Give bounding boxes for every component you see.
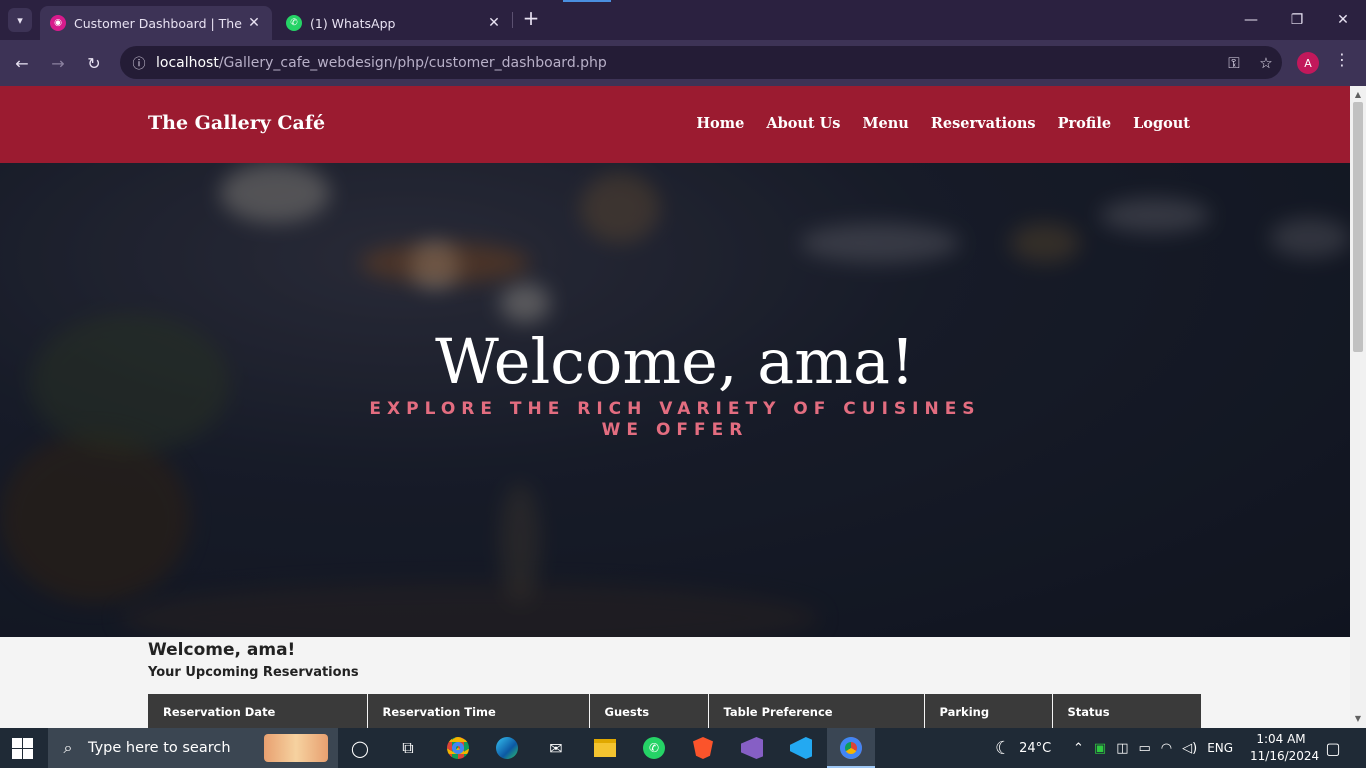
browser-toolbar: ← → ↻ ⓘ localhost/Gallery_cafe_webdesign… bbox=[0, 40, 1366, 86]
search-placeholder: Type here to search bbox=[88, 740, 231, 756]
battery-icon[interactable]: ▭ bbox=[1139, 741, 1151, 756]
tab-whatsapp[interactable]: ✆ (1) WhatsApp ✕ bbox=[276, 6, 512, 40]
site-nav: Home About Us Menu Reservations Profile … bbox=[696, 115, 1190, 132]
url-text[interactable]: localhost/Gallery_cafe_webdesign/php/cus… bbox=[156, 55, 1218, 71]
chrome-profile-taskbar-icon[interactable] bbox=[837, 734, 865, 762]
nvidia-tray-icon[interactable]: ▣ bbox=[1094, 741, 1106, 756]
windows-taskbar: ⌕ Type here to search ◯ ⧉ ✉ ✆ ☾ 24°C ⌃ ▣… bbox=[0, 728, 1366, 768]
new-tab-button[interactable]: + bbox=[520, 8, 542, 30]
reservations-table: Reservation Date Reservation Time Guests… bbox=[148, 694, 1201, 728]
col-table-preference: Table Preference bbox=[708, 694, 925, 728]
task-view-icon[interactable]: ⧉ bbox=[394, 734, 422, 762]
url-path: /Gallery_cafe_webdesign/php/customer_das… bbox=[218, 54, 607, 71]
windows-start-icon[interactable] bbox=[12, 738, 34, 760]
edge-taskbar-icon[interactable] bbox=[493, 734, 521, 762]
volume-icon[interactable]: ◁) bbox=[1182, 741, 1197, 756]
site-header: The Gallery Café Home About Us Menu Rese… bbox=[0, 86, 1350, 163]
dashboard-welcome: Welcome, ama! bbox=[148, 640, 296, 660]
wifi-icon[interactable]: ◠ bbox=[1161, 741, 1172, 756]
url-host: localhost bbox=[156, 54, 219, 71]
nav-menu[interactable]: Menu bbox=[862, 115, 908, 132]
vscode-taskbar-icon[interactable] bbox=[787, 734, 815, 762]
web-page: The Gallery Café Home About Us Menu Rese… bbox=[0, 86, 1350, 728]
hero-subtitle: Explore the rich variety of cuisines we … bbox=[369, 399, 981, 440]
brave-taskbar-icon[interactable] bbox=[689, 734, 717, 762]
gallery-favicon-icon: ◉ bbox=[50, 15, 66, 31]
mail-taskbar-icon[interactable]: ✉ bbox=[542, 734, 570, 762]
weather-moon-icon: ☾ bbox=[995, 737, 1012, 759]
clock-time: 1:04 AM bbox=[1256, 732, 1306, 746]
taskbar-clock[interactable]: 1:04 AM 11/16/2024 bbox=[1250, 731, 1320, 765]
page-scrollbar[interactable]: ▲ ▼ bbox=[1350, 86, 1366, 728]
close-window-button[interactable]: ✕ bbox=[1320, 0, 1366, 40]
weather-temp: 24°C bbox=[1019, 740, 1052, 756]
site-brand[interactable]: The Gallery Café bbox=[148, 112, 325, 134]
whatsapp-taskbar-icon[interactable]: ✆ bbox=[640, 734, 668, 762]
camera-tray-icon[interactable]: ◫ bbox=[1116, 741, 1128, 756]
tab-customer-dashboard[interactable]: ◉ Customer Dashboard | The Gallery Café … bbox=[40, 6, 272, 40]
search-highlight-icon bbox=[264, 734, 328, 762]
nav-reservations[interactable]: Reservations bbox=[931, 115, 1036, 132]
profile-avatar[interactable]: A bbox=[1297, 52, 1319, 74]
col-reservation-time: Reservation Time bbox=[367, 694, 590, 728]
browser-tab-bar: ▾ ◉ Customer Dashboard | The Gallery Caf… bbox=[0, 0, 1366, 40]
address-bar[interactable]: ⓘ localhost/Gallery_cafe_webdesign/php/c… bbox=[120, 46, 1282, 79]
col-guests: Guests bbox=[589, 694, 709, 728]
visual-studio-taskbar-icon[interactable] bbox=[738, 734, 766, 762]
cortana-icon[interactable]: ◯ bbox=[346, 734, 374, 762]
upcoming-reservations-title: Your Upcoming Reservations bbox=[148, 665, 359, 680]
tab-accent bbox=[563, 0, 611, 2]
whatsapp-favicon-icon: ✆ bbox=[286, 15, 302, 31]
hero-title: Welcome, ama! bbox=[435, 325, 915, 398]
taskbar-search[interactable]: ⌕ Type here to search bbox=[48, 728, 338, 768]
minimize-button[interactable]: — bbox=[1228, 0, 1274, 40]
nav-home[interactable]: Home bbox=[696, 115, 744, 132]
tray-overflow-icon[interactable]: ⌃ bbox=[1073, 741, 1084, 756]
nav-about-us[interactable]: About Us bbox=[766, 115, 840, 132]
scroll-down-arrow-icon[interactable]: ▼ bbox=[1353, 714, 1363, 724]
site-info-icon[interactable]: ⓘ bbox=[122, 53, 156, 72]
system-tray: ⌃ ▣ ◫ ▭ ◠ ◁) ENG bbox=[1073, 728, 1233, 768]
hero-banner: Welcome, ama! Explore the rich variety o… bbox=[0, 163, 1350, 637]
chrome-taskbar-icon[interactable] bbox=[444, 734, 472, 762]
forward-button[interactable]: → bbox=[45, 50, 71, 76]
col-reservation-date: Reservation Date bbox=[148, 694, 368, 728]
browser-menu-icon[interactable]: ⋮ bbox=[1334, 50, 1350, 69]
bookmark-star-icon[interactable]: ☆ bbox=[1250, 54, 1282, 72]
tab-title: (1) WhatsApp bbox=[310, 15, 396, 31]
back-button[interactable]: ← bbox=[9, 50, 35, 76]
col-parking: Parking bbox=[924, 694, 1053, 728]
table-header-row: Reservation Date Reservation Time Guests… bbox=[148, 694, 1201, 728]
password-key-icon[interactable]: ⚿ bbox=[1218, 54, 1250, 72]
search-icon: ⌕ bbox=[63, 738, 73, 757]
scroll-up-arrow-icon[interactable]: ▲ bbox=[1353, 90, 1363, 100]
tab-title: Customer Dashboard | The Gallery Café bbox=[74, 15, 246, 31]
tab-separator bbox=[512, 12, 513, 28]
clock-date: 11/16/2024 bbox=[1250, 749, 1320, 763]
nav-logout[interactable]: Logout bbox=[1133, 115, 1190, 132]
reload-button[interactable]: ↻ bbox=[81, 50, 107, 76]
language-indicator[interactable]: ENG bbox=[1207, 741, 1233, 755]
scroll-thumb[interactable] bbox=[1353, 102, 1363, 352]
tab-search-dropdown[interactable]: ▾ bbox=[8, 8, 32, 32]
close-tab-icon[interactable]: ✕ bbox=[486, 15, 502, 31]
file-explorer-icon[interactable] bbox=[591, 734, 619, 762]
close-tab-icon[interactable]: ✕ bbox=[246, 15, 262, 31]
notification-icon[interactable]: ▢ bbox=[1319, 734, 1347, 762]
restore-button[interactable]: ❐ bbox=[1274, 0, 1320, 40]
nav-profile[interactable]: Profile bbox=[1058, 115, 1112, 132]
col-status: Status bbox=[1052, 694, 1201, 728]
weather-widget[interactable]: ☾ 24°C bbox=[995, 728, 1051, 768]
